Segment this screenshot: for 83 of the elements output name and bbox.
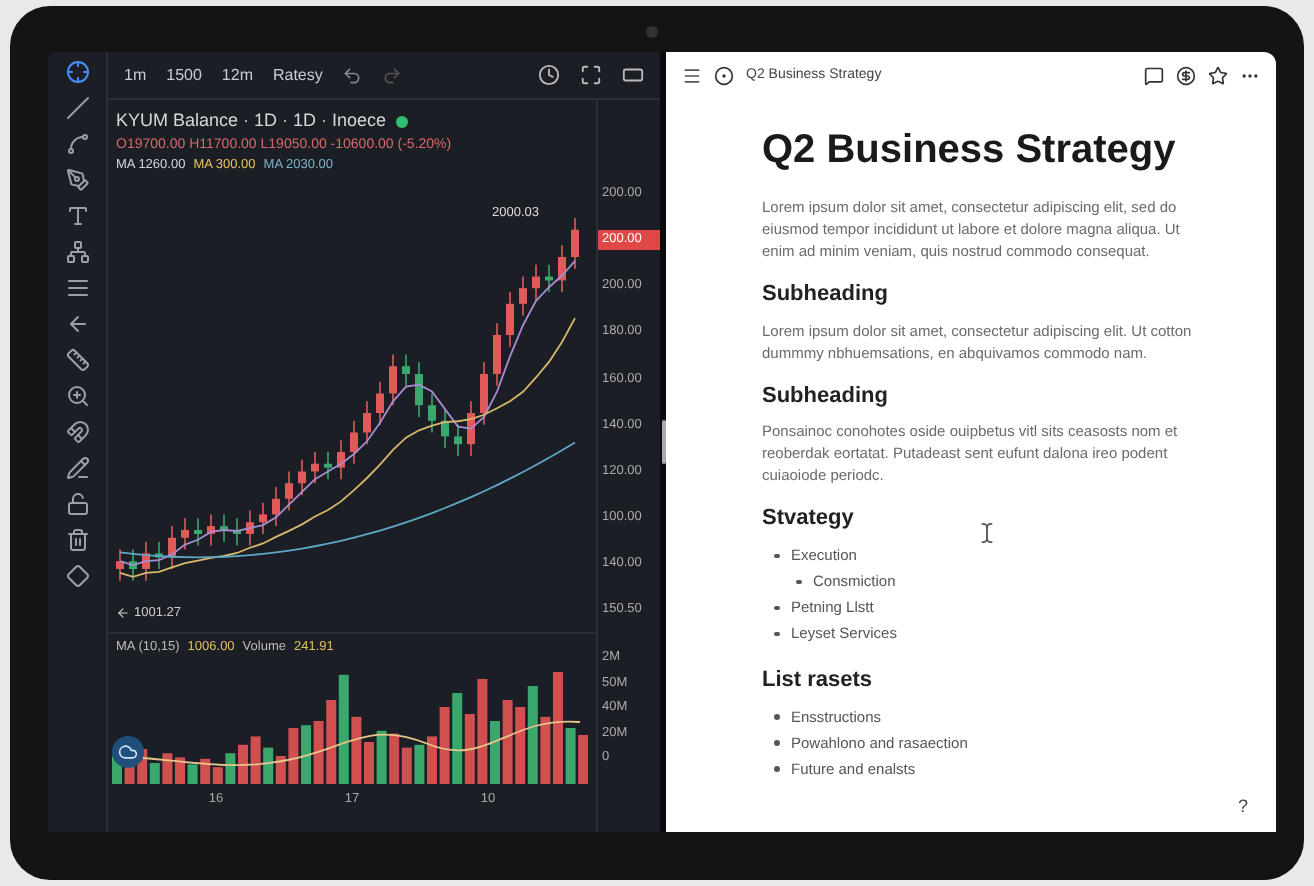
candle [402,353,410,386]
timeframe-button[interactable]: 12m [221,63,253,87]
arrow-left-icon [116,606,130,621]
cloud-badge-icon [112,736,144,769]
panel-icon[interactable] [622,64,644,86]
candle [480,361,488,425]
candle [376,380,384,425]
candle [415,361,423,418]
candle [233,517,241,546]
subheading: Stvategy [762,504,854,534]
lock-icon[interactable] [65,492,89,516]
candle [168,524,176,570]
candle [337,439,345,480]
trash-icon[interactable] [65,528,89,552]
candle [363,400,371,445]
candle [272,485,280,527]
candle [454,423,462,457]
subheading: List rasets [762,665,873,695]
bullet-icon [774,714,779,720]
candle [519,275,527,316]
line-icon[interactable] [65,96,89,120]
star-icon[interactable] [1208,66,1228,86]
candle [155,540,163,570]
camera-icon [646,26,658,38]
zoom-icon[interactable] [65,384,89,408]
candle [285,470,293,511]
candle [545,263,553,293]
candle [298,458,306,496]
pattern-icon[interactable] [65,240,89,264]
bullet-icon [774,766,779,772]
timeframe-button[interactable]: Ratesy [272,63,323,87]
subheading: Subheading [762,381,888,411]
timeframe-button[interactable]: 1500 [166,63,202,87]
candle [350,419,358,464]
candle [571,216,579,269]
candle [207,513,215,546]
curve-icon[interactable] [65,132,89,156]
diamond-icon[interactable] [65,564,89,588]
crosshair-icon[interactable] [65,60,89,84]
split-handle[interactable] [661,420,665,464]
bullet-icon [774,605,779,611]
candle [493,322,501,386]
bullet-icon [774,553,779,559]
timeframe-button[interactable]: 1m [124,63,147,87]
help-button[interactable]: ? [1237,793,1248,820]
coin-icon[interactable] [1176,66,1196,86]
lines-icon[interactable] [65,276,89,300]
subheading: Subheading [762,280,888,310]
undo-icon[interactable] [342,65,363,85]
arrow-left-icon[interactable] [65,312,89,336]
candle [467,400,475,457]
logo-icon [714,66,734,86]
candle [558,244,566,293]
candle [259,501,267,535]
fullscreen-icon[interactable] [580,64,602,86]
symbol-title: KYUM Balance · 1D · 1D · Inoece [116,108,387,134]
bullet-icon [796,579,801,585]
comment-icon[interactable] [1144,66,1164,86]
document-title: Q2 Business Strategy [762,126,1178,176]
candle [324,450,332,480]
ruler-icon[interactable] [65,348,89,372]
candle [311,450,319,484]
pencil-icon[interactable] [65,456,89,480]
candle [220,513,228,542]
bullet-icon [774,631,779,637]
candle [194,517,202,546]
candle [129,548,137,581]
candle [428,392,436,433]
pen-icon[interactable] [65,168,89,192]
magnet-icon[interactable] [65,420,89,444]
candle [532,263,540,301]
candle [389,353,397,406]
candle [116,548,124,581]
menu-icon[interactable] [682,66,702,86]
candle [506,290,514,347]
clock-icon[interactable] [538,64,560,86]
candle [441,407,449,449]
candle [181,517,189,550]
text-icon[interactable] [65,204,89,228]
bullet-icon [774,740,779,746]
candle [142,540,150,581]
candle [246,509,254,546]
text-cursor-icon [976,522,998,544]
